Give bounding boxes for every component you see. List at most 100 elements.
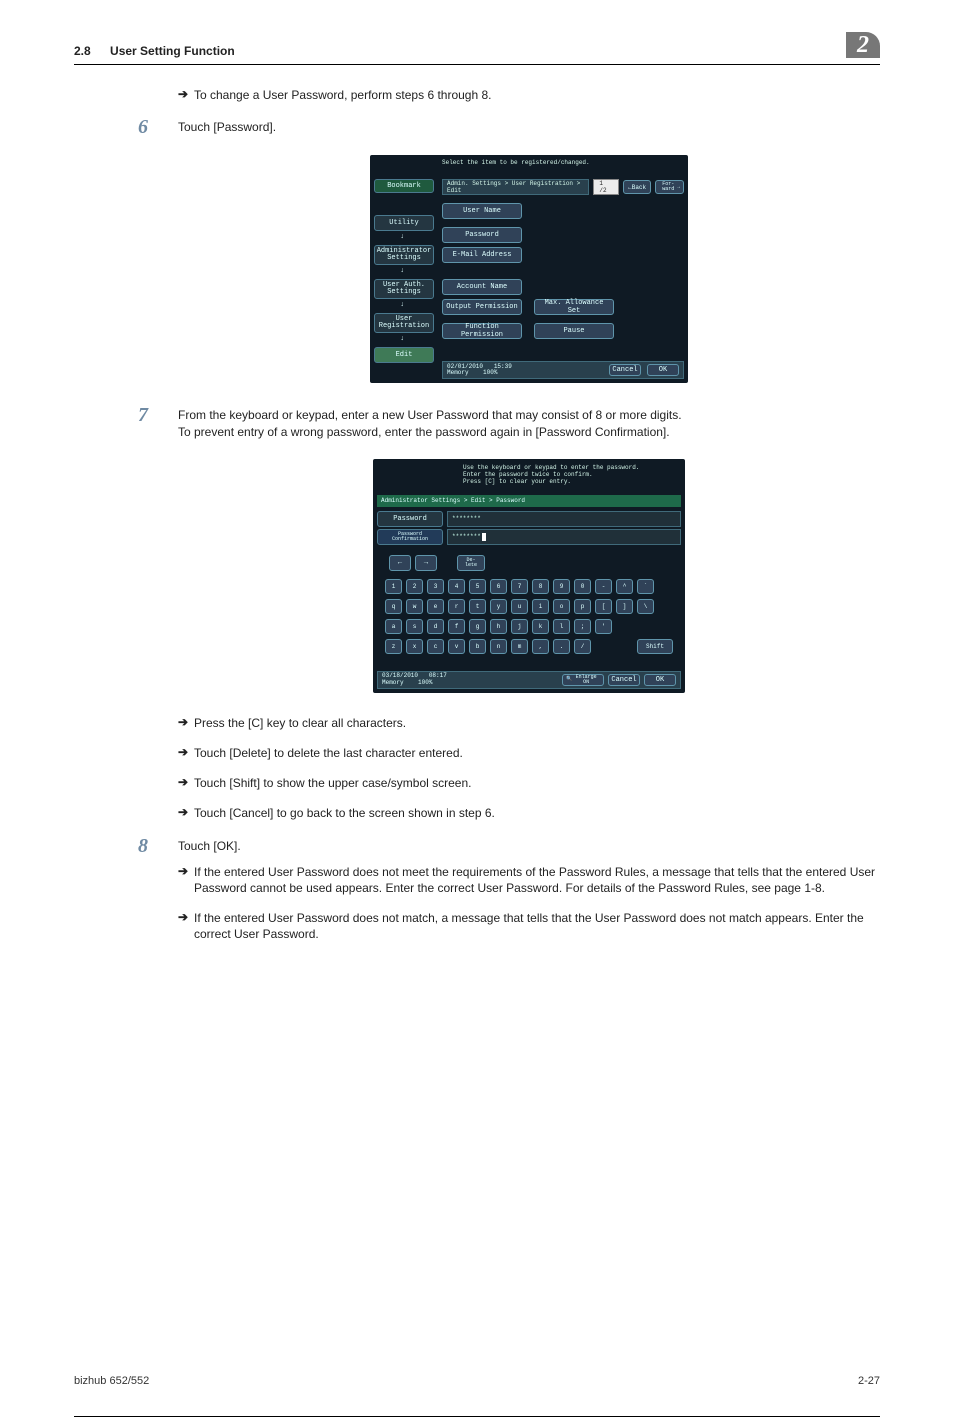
- ss1-account-button[interactable]: Account Name: [442, 279, 522, 295]
- keyboard-key[interactable]: ]: [616, 599, 633, 614]
- step-number-7: 7: [138, 405, 178, 425]
- keyboard-key[interactable]: 4: [448, 579, 465, 594]
- keyboard-key[interactable]: s: [406, 619, 423, 634]
- ss2-confirm-value[interactable]: ********: [447, 529, 681, 545]
- ss1-breadcrumb-row: Admin. Settings > User Registration > Ed…: [442, 179, 684, 195]
- ss1-bookmark-tab[interactable]: Bookmark: [374, 179, 434, 193]
- keyboard-key[interactable]: 2: [406, 579, 423, 594]
- ss1-breadcrumb: Admin. Settings > User Registration > Ed…: [442, 179, 589, 195]
- note-cancel: Touch [Cancel] to go back to the screen …: [194, 805, 880, 821]
- ss1-arrow-down-2: ↓: [400, 267, 404, 275]
- keyboard-key[interactable]: 8: [532, 579, 549, 594]
- ss2-keyboard-row3: asdfghjkl; ': [385, 619, 673, 638]
- keyboard-key[interactable]: i: [532, 599, 549, 614]
- keyboard-key[interactable]: 0: [574, 579, 591, 594]
- ss2-footer: 03/18/2010 08:17 Memory 100% 🔍Enlarge ON…: [377, 671, 681, 689]
- keyboard-key[interactable]: .: [553, 639, 570, 654]
- ss1-output-button[interactable]: Output Permission: [442, 299, 522, 315]
- keyboard-key[interactable]: /: [574, 639, 591, 654]
- step8-note1: If the entered User Password does not me…: [194, 864, 880, 896]
- ss2-keyboard-row4: zxcvbnm,. / Shift: [385, 639, 673, 658]
- ss1-cancel-button[interactable]: Cancel: [609, 364, 641, 376]
- keyboard-key[interactable]: e: [427, 599, 444, 614]
- step8-note2: If the entered User Password does not ma…: [194, 910, 880, 942]
- ss2-confirm-label[interactable]: Password Confirmation: [377, 529, 443, 545]
- keyboard-key[interactable]: x: [406, 639, 423, 654]
- ss1-password-button[interactable]: Password: [442, 227, 522, 243]
- step6-text: Touch [Password].: [178, 117, 880, 136]
- keyboard-key[interactable]: z: [385, 639, 402, 654]
- keyboard-key[interactable]: w: [406, 599, 423, 614]
- ss1-admin-tab[interactable]: Administrator Settings: [374, 245, 434, 265]
- ss1-memory-pct: 100%: [483, 369, 497, 376]
- ss1-maxallow-button[interactable]: Max. Allowance Set: [534, 299, 614, 315]
- keyboard-key[interactable]: l: [553, 619, 570, 634]
- keyboard-key[interactable]: ': [595, 619, 612, 634]
- keyboard-key[interactable]: -: [595, 579, 612, 594]
- keyboard-key[interactable]: ;: [574, 619, 591, 634]
- keyboard-key[interactable]: u: [511, 599, 528, 614]
- keyboard-key[interactable]: n: [490, 639, 507, 654]
- keyboard-key[interactable]: c: [427, 639, 444, 654]
- keyboard-key[interactable]: 5: [469, 579, 486, 594]
- ss2-enlarge-button[interactable]: 🔍Enlarge ON: [562, 674, 604, 686]
- ss1-pause-button[interactable]: Pause: [534, 323, 614, 339]
- ss2-left-arrow-button[interactable]: ←: [389, 555, 411, 571]
- keyboard-key[interactable]: d: [427, 619, 444, 634]
- arrow-icon: ➔: [178, 864, 194, 878]
- keyboard-key[interactable]: f: [448, 619, 465, 634]
- keyboard-key[interactable]: 9: [553, 579, 570, 594]
- ss1-forward-button[interactable]: For- ward→: [655, 180, 684, 194]
- ss2-breadcrumb: Administrator Settings > Edit > Password: [377, 495, 681, 507]
- keyboard-key[interactable]: 6: [490, 579, 507, 594]
- keyboard-key[interactable]: h: [490, 619, 507, 634]
- arrow-icon: ➔: [178, 805, 194, 819]
- keyboard-key[interactable]: ^: [616, 579, 633, 594]
- step8-text: Touch [OK].: [178, 836, 880, 855]
- arrow-icon: ➔: [178, 775, 194, 789]
- keyboard-key[interactable]: a: [385, 619, 402, 634]
- keyboard-key[interactable]: 3: [427, 579, 444, 594]
- keyboard-key[interactable]: g: [469, 619, 486, 634]
- ss1-ok-button[interactable]: OK: [647, 364, 679, 376]
- ss1-funcperm-button[interactable]: Function Permission: [442, 323, 522, 339]
- ss2-password-label: Password: [377, 511, 443, 527]
- screenshot-password-entry: Use the keyboard or keypad to enter the …: [373, 459, 685, 693]
- screenshot-edit-user: Select the item to be registered/changed…: [370, 155, 688, 383]
- keyboard-key[interactable]: 7: [511, 579, 528, 594]
- ss2-cancel-button[interactable]: Cancel: [608, 674, 640, 686]
- ss2-password-value[interactable]: ********: [447, 511, 681, 527]
- arrow-icon: ➔: [178, 715, 194, 729]
- keyboard-key[interactable]: m: [511, 639, 528, 654]
- ss2-right-arrow-button[interactable]: →: [415, 555, 437, 571]
- ss1-username-button[interactable]: User Name: [442, 203, 522, 219]
- ss1-userauth-tab[interactable]: User Auth. Settings: [374, 279, 434, 299]
- ss1-edit-tab[interactable]: Edit: [374, 347, 434, 363]
- keyboard-key[interactable]: t: [469, 599, 486, 614]
- keyboard-key[interactable]: `: [637, 579, 654, 594]
- ss1-userreg-tab[interactable]: User Registration: [374, 313, 434, 333]
- keyboard-key[interactable]: r: [448, 599, 465, 614]
- footer-page-number: 2-27: [858, 1375, 880, 1387]
- ss2-ok-button[interactable]: OK: [644, 674, 676, 686]
- keyboard-key[interactable]: y: [490, 599, 507, 614]
- ss2-shift-button[interactable]: Shift: [637, 639, 673, 654]
- note-delete: Touch [Delete] to delete the last charac…: [194, 745, 880, 761]
- ss1-email-button[interactable]: E-Mail Address: [442, 247, 522, 263]
- keyboard-key[interactable]: \: [637, 599, 654, 614]
- keyboard-key[interactable]: q: [385, 599, 402, 614]
- keyboard-key[interactable]: j: [511, 619, 528, 634]
- keyboard-key[interactable]: o: [553, 599, 570, 614]
- ss2-delete-button[interactable]: De- lete: [457, 555, 485, 571]
- ss1-back-button[interactable]: ←Back: [623, 180, 652, 194]
- keyboard-key[interactable]: v: [448, 639, 465, 654]
- keyboard-key[interactable]: 1: [385, 579, 402, 594]
- text-cursor-icon: [482, 533, 486, 541]
- keyboard-key[interactable]: p: [574, 599, 591, 614]
- keyboard-key[interactable]: [: [595, 599, 612, 614]
- step-number-6: 6: [138, 117, 178, 137]
- keyboard-key[interactable]: k: [532, 619, 549, 634]
- ss1-utility-tab[interactable]: Utility: [374, 215, 434, 231]
- keyboard-key[interactable]: ,: [532, 639, 549, 654]
- keyboard-key[interactable]: b: [469, 639, 486, 654]
